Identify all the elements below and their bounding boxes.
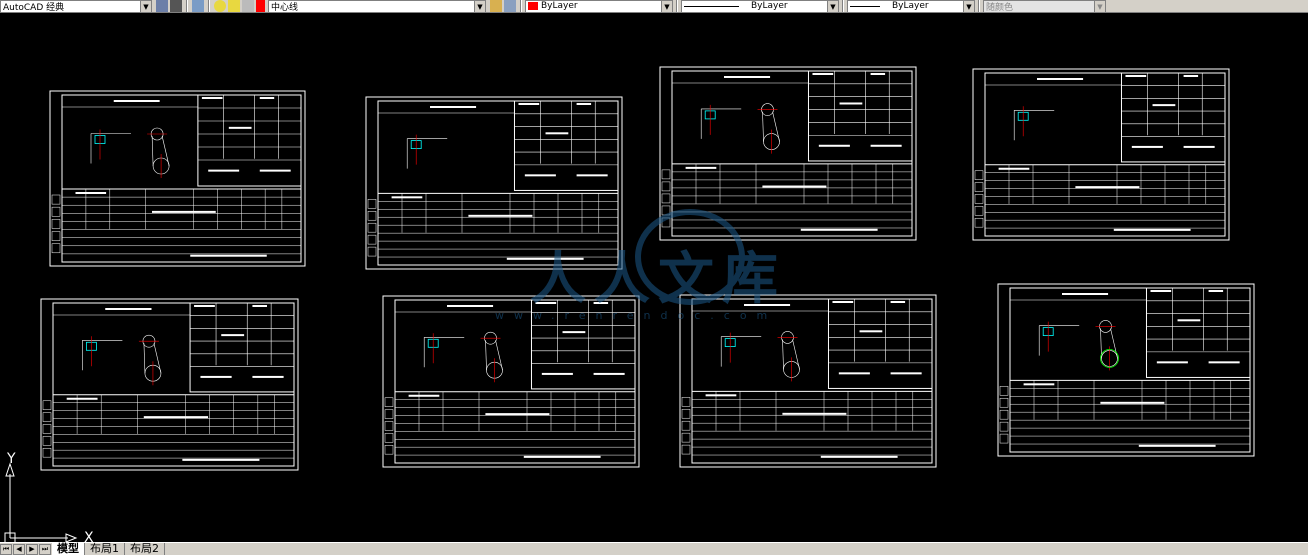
plotstyle-dropdown[interactable]: 随颜色 ▼ — [983, 0, 1106, 13]
drawing-sheet — [659, 66, 917, 241]
layer-color-icon — [256, 0, 265, 12]
drawing-sheets — [40, 66, 1255, 471]
linetype-dropdown[interactable]: ByLayer ▼ — [681, 0, 839, 12]
toolbar-separator — [208, 0, 210, 12]
lineweight-sample-icon — [850, 5, 880, 7]
drawing-sheet — [49, 90, 306, 267]
chevron-down-icon: ▼ — [140, 0, 151, 12]
color-swatch-icon — [528, 2, 538, 10]
next-tab-icon[interactable]: ▶ — [26, 543, 38, 555]
last-tab-icon[interactable]: ⏭ — [39, 543, 51, 555]
layer-properties-icon[interactable] — [192, 0, 204, 12]
ucs-icon: Y X — [0, 451, 110, 542]
first-tab-icon[interactable]: ⏮ — [0, 543, 12, 555]
chevron-down-icon: ▼ — [1094, 0, 1105, 12]
drawing-sheet — [972, 68, 1230, 241]
ucs-x-label: X — [84, 530, 94, 542]
lock-icon[interactable] — [242, 0, 254, 12]
sun-icon[interactable] — [228, 0, 240, 12]
workspace-dropdown[interactable]: AutoCAD 经典 ▼ — [0, 0, 152, 13]
chevron-down-icon: ▼ — [963, 0, 974, 12]
toolbar-separator — [676, 0, 678, 12]
color-value: ByLayer — [541, 1, 578, 11]
chevron-down-icon: ▼ — [474, 0, 485, 12]
toolbar-separator — [186, 0, 188, 12]
plotstyle-value: 随颜色 — [986, 2, 1014, 13]
tab-model[interactable]: 模型 — [52, 543, 85, 555]
drawing-sheet — [365, 96, 623, 270]
toolbar-separator — [842, 0, 844, 12]
workspace-settings-icon[interactable] — [156, 0, 168, 12]
lineweight-dropdown[interactable]: ByLayer ▼ — [847, 0, 975, 12]
layer-dropdown[interactable]: 中心线 ▼ — [268, 0, 486, 13]
chevron-down-icon: ▼ — [827, 0, 838, 12]
tab-layout1[interactable]: 布局1 — [85, 543, 125, 555]
drawing-sheet — [40, 298, 299, 471]
ucs-axes-icon — [4, 462, 78, 542]
chevron-down-icon: ▼ — [661, 0, 672, 12]
drawing-sheet — [382, 295, 640, 468]
color-dropdown[interactable]: ByLayer ▼ — [525, 0, 673, 12]
layer-previous-icon[interactable] — [504, 0, 516, 12]
layer-value: 中心线 — [271, 2, 299, 13]
light-bulb-icon[interactable] — [214, 0, 226, 12]
lineweight-value: ByLayer — [892, 1, 929, 11]
drawing-sheet — [679, 294, 937, 468]
ucs-y-label: Y — [7, 451, 16, 467]
toolbar-separator — [978, 0, 980, 12]
linetype-sample-icon — [684, 5, 739, 7]
workspace-value: AutoCAD 经典 — [3, 2, 65, 13]
model-space-canvas[interactable]: 人人文库 www.renrendoc.com Y X — [0, 14, 1308, 542]
layout-tab-bar: ⏮ ◀ ▶ ⏭ 模型 布局1 布局2 — [0, 542, 1308, 555]
drawing-sheet — [997, 283, 1255, 457]
toolbar-separator — [520, 0, 522, 12]
linetype-value: ByLayer — [751, 1, 788, 11]
customize-icon[interactable] — [170, 0, 182, 12]
properties-toolbar: AutoCAD 经典 ▼ 中心线 ▼ ByLayer ▼ ByLayer ▼ B… — [0, 0, 1308, 13]
previous-tab-icon[interactable]: ◀ — [13, 543, 25, 555]
make-current-layer-icon[interactable] — [490, 0, 502, 12]
tab-layout2[interactable]: 布局2 — [125, 543, 165, 555]
